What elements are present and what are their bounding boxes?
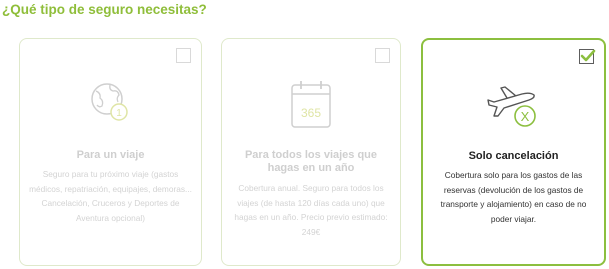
checkmark-icon [580,49,596,62]
globe-badge: 1 [116,108,122,119]
card-single-trip[interactable]: 1 Para un viaje Seguro para tu próximo v… [19,38,202,266]
card-single-trip-title: Para un viaje [76,149,145,161]
calendar-badge: 365 [301,106,321,120]
card-annual-description: Cobertura anual. Seguro para todos los v… [234,183,388,237]
card-cancellation-only[interactable]: X Solo cancelación Cobertura solo para l… [421,38,606,266]
cancel-badge: X [520,109,529,124]
plane-cancel-icon: X [482,76,546,141]
card-single-trip-description: Seguro para tu próximo viaje (gastos méd… [29,169,192,223]
page-title: ¿Qué tipo de seguro necesitas? [2,2,207,17]
card-cancellation-description: Cobertura solo para los gastos de las re… [440,170,587,224]
card-annual[interactable]: 365 Para todos los viajes que hagas en u… [221,38,401,266]
card-annual-title: Para todos los viajes que hagas en un añ… [244,149,378,174]
card-cancellation-checkbox[interactable] [579,49,596,64]
card-single-trip-checkbox[interactable] [176,48,191,63]
card-annual-checkbox[interactable] [375,48,390,63]
calendar-365-icon: 365 [289,79,333,136]
card-cancellation-title: Solo cancelación [468,150,559,162]
globe-one-icon: 1 [83,77,139,138]
